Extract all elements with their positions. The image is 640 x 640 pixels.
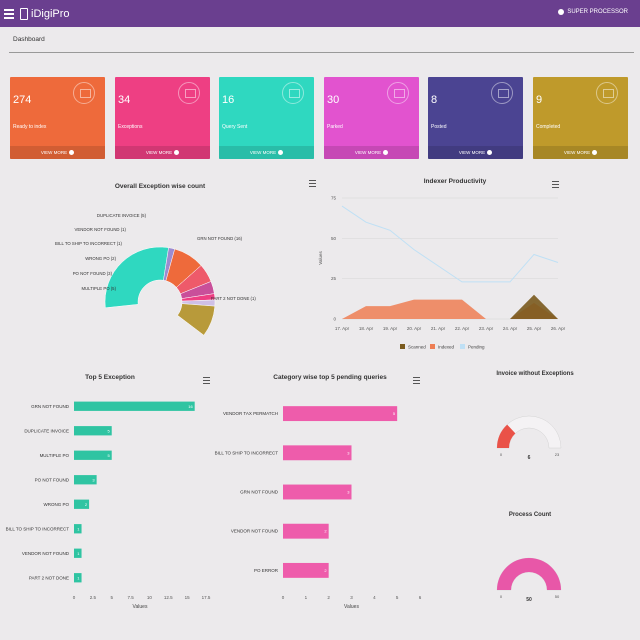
- category-xtick: 6: [419, 595, 422, 600]
- legend-label-scanned: Scanned: [408, 345, 426, 350]
- category-category-label: BILL TO SHIP TO INCORRECT: [215, 450, 279, 455]
- top5-category-label: MULTIPLE PO: [40, 453, 70, 458]
- productivity-xtick: 21. Apr: [431, 326, 446, 331]
- category-xtick: 3: [350, 595, 353, 600]
- top5-bar: [74, 401, 195, 411]
- top5-category-label: WRONG PO: [44, 502, 70, 507]
- gauge-process-value: 50: [526, 597, 532, 603]
- top5-category-label: VENDOR NOT FOUND: [22, 551, 70, 556]
- productivity-xtick: 20. Apr: [407, 326, 422, 331]
- gauge-process-min-label: 0: [500, 594, 503, 599]
- pie-label: WRONG PO (2): [85, 256, 116, 261]
- category-bar: [283, 562, 329, 578]
- top5-bar: [74, 450, 112, 460]
- pie-label: PART 2 NOT DONE (1): [211, 296, 256, 301]
- productivity-xtick: 23. Apr: [479, 326, 494, 331]
- productivity-ylabel: Values: [318, 251, 323, 265]
- pie-label: PO NOT FOUND (3): [73, 271, 113, 276]
- top5-xtick: 17.5: [202, 595, 211, 600]
- pie-label: BILL TO SHIP TO INCORRECT (1): [55, 241, 123, 246]
- productivity-xtick: 18. Apr: [359, 326, 374, 331]
- category-bar: [283, 484, 352, 500]
- productivity-xtick: 24. Apr: [503, 326, 518, 331]
- gauge-process-max-label: 50: [555, 594, 560, 599]
- category-category-label: PO ERROR: [254, 568, 279, 573]
- gauge-process-fill: [497, 558, 561, 590]
- category-xtick: 2: [327, 595, 330, 600]
- category-category-label: VENDOR TAX PERMATCH: [223, 411, 278, 416]
- category-xtick: 4: [373, 595, 376, 600]
- pie-label: VENDOR NOT FOUND (1): [75, 227, 127, 232]
- top5-xtick: 2.5: [90, 595, 97, 600]
- top5-xtick: 5: [110, 595, 113, 600]
- productivity-xtick: 26. Apr: [551, 326, 566, 331]
- top5-bar-value: 16: [188, 404, 193, 409]
- top5-xtick: 15: [185, 595, 191, 600]
- category-category-label: GRN NOT FOUND: [240, 490, 279, 495]
- gauge-invoice-max-label: 23: [555, 452, 560, 457]
- category-xtick: 5: [396, 595, 399, 600]
- category-xtick: 0: [282, 595, 285, 600]
- legend-swatch-pending: [460, 344, 465, 349]
- top5-category-label: DUPLICATE INVOICE: [24, 428, 69, 433]
- top5-category-label: PART 2 NOT DONE: [29, 575, 69, 580]
- legend-label-indexed: Indexed: [438, 345, 455, 350]
- top5-xtick: 12.5: [164, 595, 173, 600]
- legend-label-pending: Pending: [468, 345, 485, 350]
- productivity-xtick: 17. Apr: [335, 326, 350, 331]
- productivity-line-pending: [341, 205, 559, 283]
- category-bar: [283, 406, 398, 422]
- top5-category-label: PO NOT FOUND: [35, 477, 70, 482]
- pie-label: GRN NOT FOUND (16): [197, 236, 243, 241]
- top5-category-label: GRN NOT FOUND: [31, 404, 70, 409]
- top5-bar: [74, 426, 112, 436]
- top5-xtick: 0: [73, 595, 76, 600]
- top5-xtick: 7.5: [127, 595, 134, 600]
- top5-xtick: 10: [147, 595, 153, 600]
- gauge-invoice-value: 6: [528, 455, 531, 461]
- productivity-xtick: 22. Apr: [455, 326, 470, 331]
- productivity-ytick: 25: [331, 276, 337, 281]
- pie-label: MULTIPLE PO (5): [81, 286, 116, 291]
- legend-swatch-scanned: [400, 344, 405, 349]
- charts-canvas: GRN NOT FOUND (16) PART 2 NOT DONE (1) MUL…: [6, 196, 566, 611]
- productivity-xtick: 25. Apr: [527, 326, 542, 331]
- gauge-invoice-min-label: 0: [500, 452, 503, 457]
- top5-category-label: BILL TO SHIP TO INCORRECT: [6, 526, 70, 531]
- category-xtick: 1: [305, 595, 308, 600]
- category-category-label: VENDOR NOT FOUND: [231, 529, 279, 534]
- productivity-ytick: 0: [333, 317, 336, 322]
- category-xlabel: Values: [344, 604, 359, 610]
- pie-label: DUPLICATE INVOICE (5): [97, 213, 147, 218]
- pie-slice-duplicate-invoice: [177, 303, 216, 336]
- productivity-xtick: 19. Apr: [383, 326, 398, 331]
- top5-xlabel: Values: [133, 604, 148, 610]
- legend-swatch-indexed: [430, 344, 435, 349]
- productivity-ytick: 75: [331, 196, 337, 201]
- productivity-ytick: 50: [331, 236, 337, 241]
- category-bar: [283, 523, 329, 539]
- category-bar: [283, 445, 352, 461]
